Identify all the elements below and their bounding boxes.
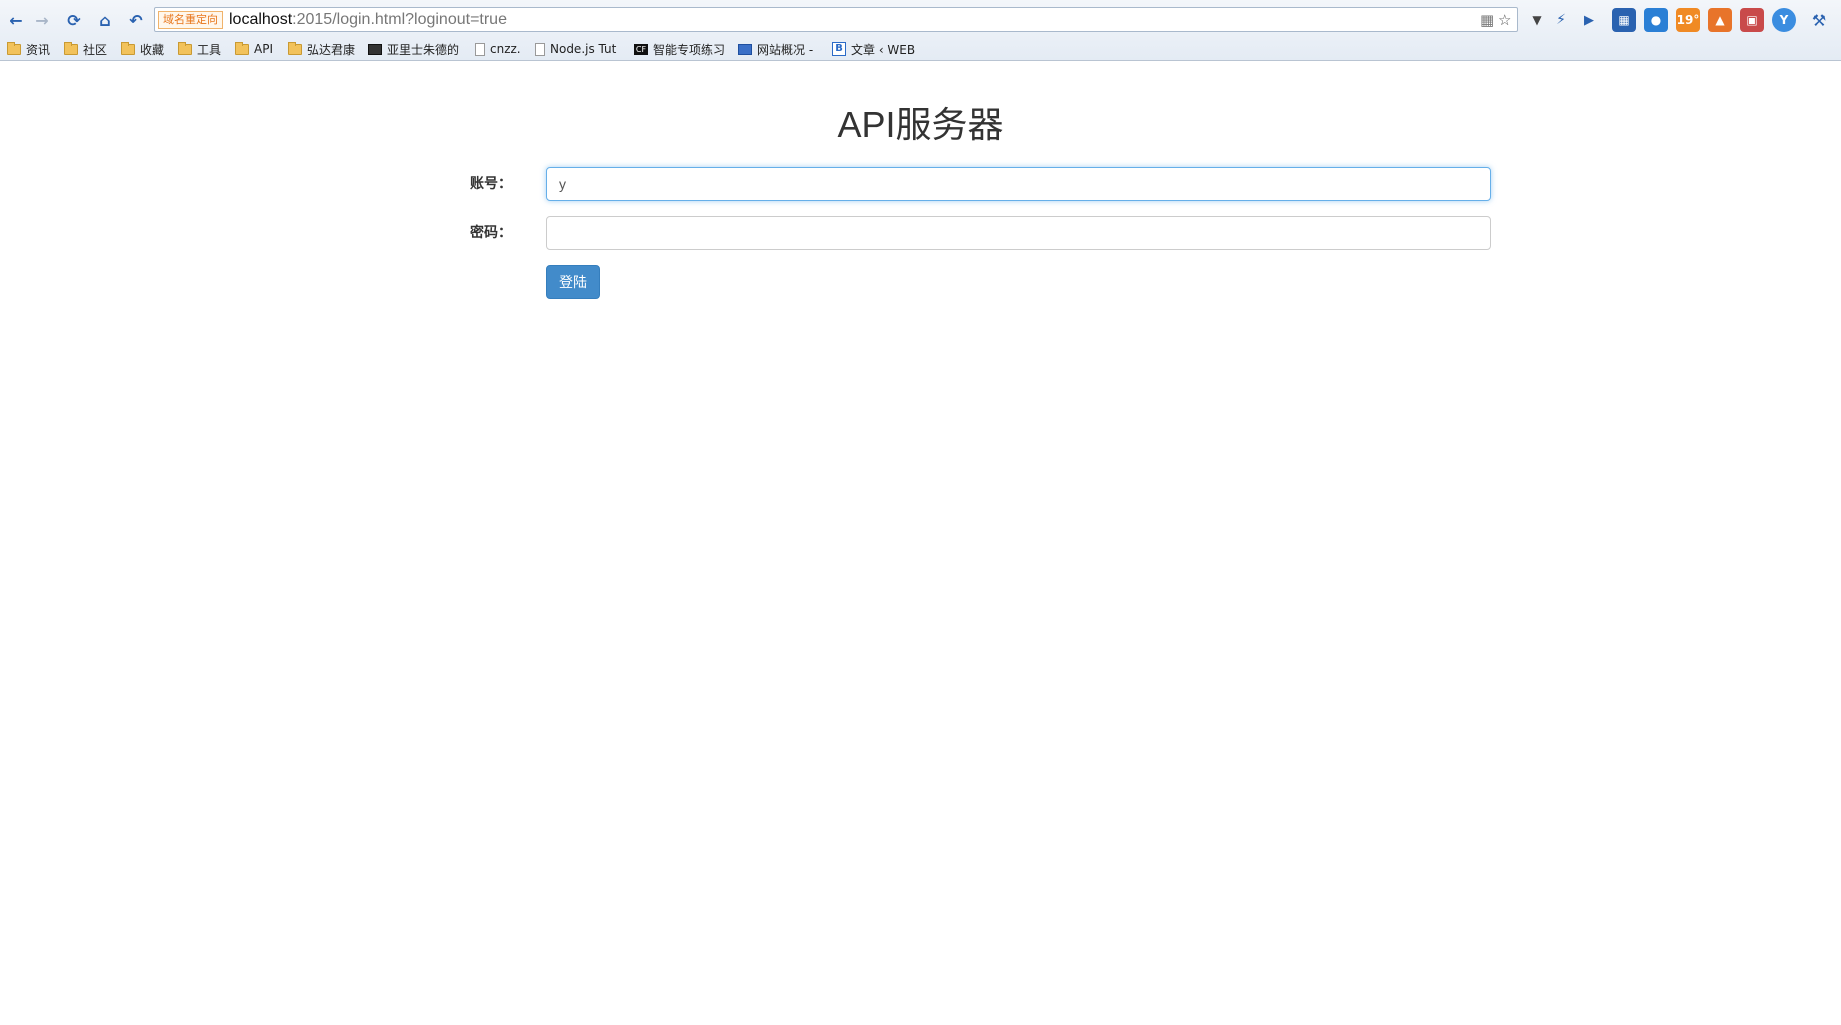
bookmark-item[interactable]: 弘达君康 <box>288 39 355 59</box>
folder-icon <box>64 41 78 55</box>
account-label: 账号： <box>470 176 512 192</box>
bookmark-item[interactable]: 工具 <box>178 39 221 59</box>
bookmark-item[interactable]: cnzz. <box>475 39 521 59</box>
address-dropdown-icon[interactable]: ▼ <box>1526 9 1548 31</box>
address-bar[interactable]: 域名重定向 localhost:2015/login.html?loginout… <box>154 7 1518 32</box>
bookmark-item[interactable]: B 文章 ‹ WEB <box>832 39 915 59</box>
cf-icon: CF <box>634 43 648 55</box>
bookmark-item[interactable]: 亚里士朱德的 <box>368 39 459 59</box>
url-text[interactable]: localhost:2015/login.html?loginout=true <box>229 10 507 30</box>
bookmark-item[interactable]: 资讯 <box>7 39 50 59</box>
account-input[interactable] <box>546 167 1491 201</box>
reload-icon[interactable]: ⟳ <box>63 9 85 31</box>
bookmark-item[interactable]: 收藏 <box>121 39 164 59</box>
chart-icon <box>738 43 752 55</box>
folder-icon <box>288 41 302 55</box>
bookmarks-bar: 资讯 社区 收藏 工具 API 弘达君康 亚里士朱德的 cnzz. Node.j… <box>0 37 1841 61</box>
login-button[interactable]: 登陆 <box>546 265 600 299</box>
browser-chrome: ← → ⟳ ⌂ ↶ 域名重定向 localhost:2015/login.htm… <box>0 0 1841 61</box>
page-icon <box>535 42 545 56</box>
apps-icon[interactable]: ▦ <box>1612 8 1636 32</box>
image-icon <box>368 43 382 55</box>
weather-icon[interactable]: 19° <box>1676 8 1700 32</box>
url-path: :2015/login.html?loginout=true <box>292 11 507 28</box>
screenshot-icon[interactable]: ▣ <box>1740 8 1764 32</box>
password-label: 密码： <box>470 225 512 241</box>
play-icon[interactable]: ▶ <box>1578 9 1600 31</box>
speed-mode-icon[interactable]: ⚡ <box>1550 9 1572 31</box>
back-icon[interactable]: ← <box>5 9 27 31</box>
undo-close-tab-icon[interactable]: ↶ <box>125 9 147 31</box>
bookmark-item[interactable]: 网站概况 - <box>738 39 813 59</box>
page-title: API服务器 <box>837 104 1004 145</box>
bookmark-item[interactable]: API <box>235 39 273 59</box>
settings-wrench-icon[interactable]: ⚒ <box>1808 9 1830 31</box>
password-input[interactable] <box>546 216 1491 250</box>
translate-icon[interactable]: Y <box>1772 8 1796 32</box>
extension-orange-icon[interactable]: ▲ <box>1708 8 1732 32</box>
star-bookmark-icon[interactable]: ☆ <box>1498 11 1511 29</box>
bookmark-item[interactable]: CF 智能专项练习 <box>634 39 725 59</box>
browser-toolbar: ← → ⟳ ⌂ ↶ 域名重定向 localhost:2015/login.htm… <box>0 0 1841 38</box>
extension-icon[interactable]: ● <box>1644 8 1668 32</box>
page-content: API服务器 账号： 密码： 登陆 <box>0 62 1841 1025</box>
forward-icon[interactable]: → <box>31 9 53 31</box>
bookmark-item[interactable]: Node.js Tut <box>535 39 616 59</box>
blog-icon: B <box>832 42 846 56</box>
bookmark-item[interactable]: 社区 <box>64 39 107 59</box>
page-icon <box>475 42 485 56</box>
folder-icon <box>235 41 249 55</box>
url-host: localhost <box>229 11 293 28</box>
redirect-badge: 域名重定向 <box>158 11 223 29</box>
folder-icon <box>178 41 192 55</box>
qr-code-icon[interactable]: ▦ <box>1480 11 1494 29</box>
home-icon[interactable]: ⌂ <box>94 9 116 31</box>
folder-icon <box>7 41 21 55</box>
folder-icon <box>121 41 135 55</box>
